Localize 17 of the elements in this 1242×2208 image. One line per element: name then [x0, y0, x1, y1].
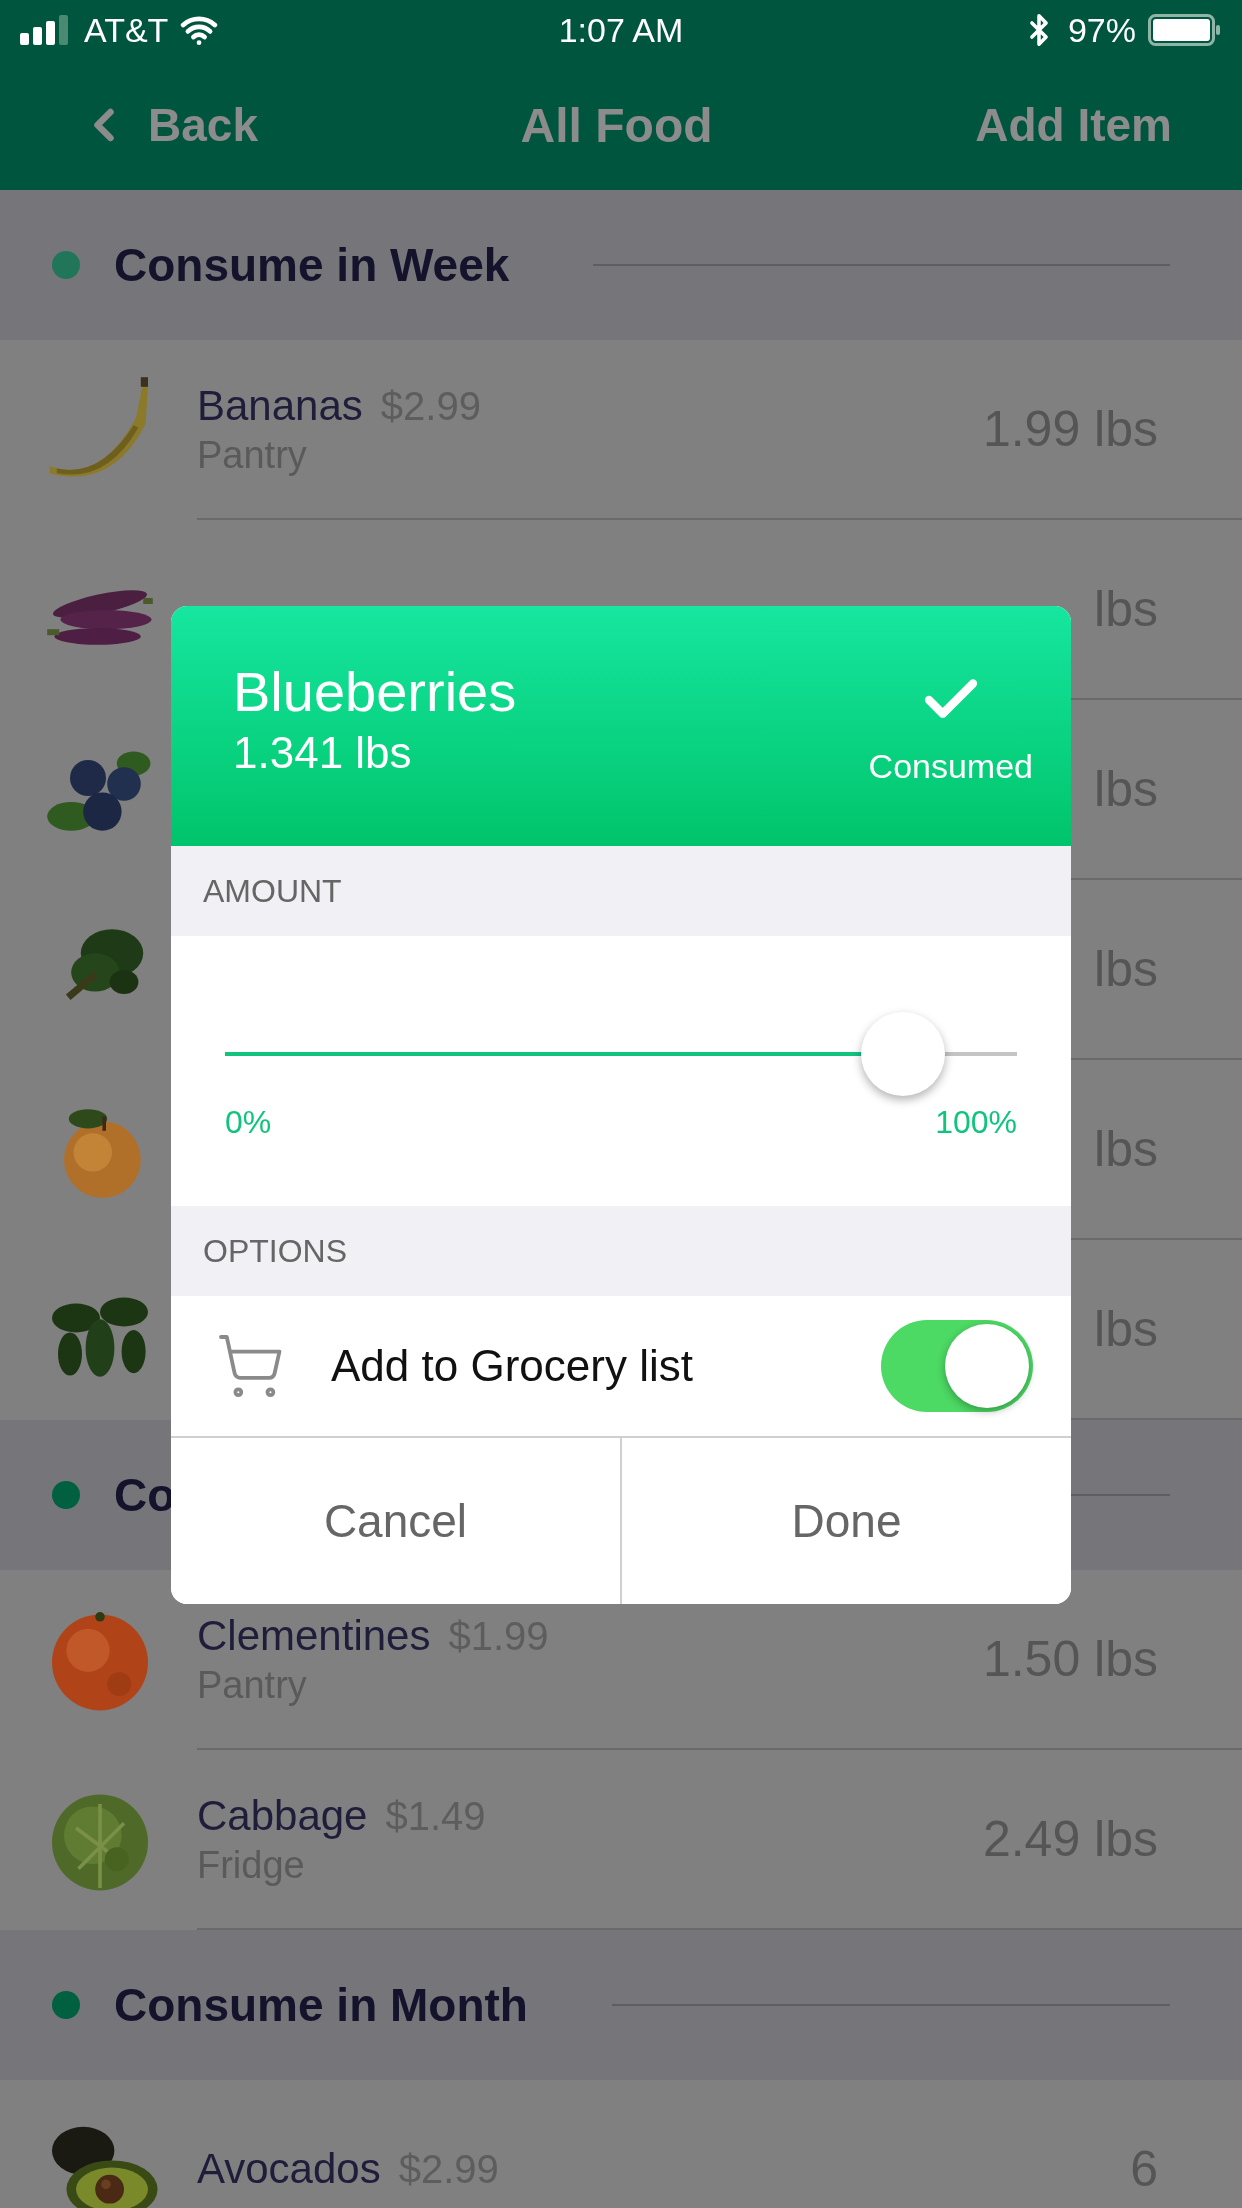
page-title: All Food [520, 97, 713, 153]
carrier-name: AT&T [84, 10, 169, 50]
food-name: Cabbage [197, 1791, 368, 1840]
slider-max-label: 100% [935, 1103, 1017, 1141]
food-name: Bananas [197, 381, 363, 430]
group-label: AMOUNT [171, 846, 1071, 936]
section-title: Consume in Week [114, 238, 510, 292]
option-label: Add to Grocery list [331, 1341, 694, 1391]
clock-time: 1:07 AM [558, 10, 684, 50]
dialog-title: Blueberries [233, 658, 517, 724]
group-label: OPTIONS [171, 1206, 1071, 1296]
food-name: Avocados [197, 2145, 381, 2193]
section-title: Consume in Month [114, 1978, 528, 2032]
slider-min-label: 0% [225, 1103, 272, 1141]
food-name: Clementines [197, 1611, 431, 1660]
battery-percent: 97% [1067, 10, 1136, 50]
item-weight: 1.341 lbs [233, 727, 413, 778]
